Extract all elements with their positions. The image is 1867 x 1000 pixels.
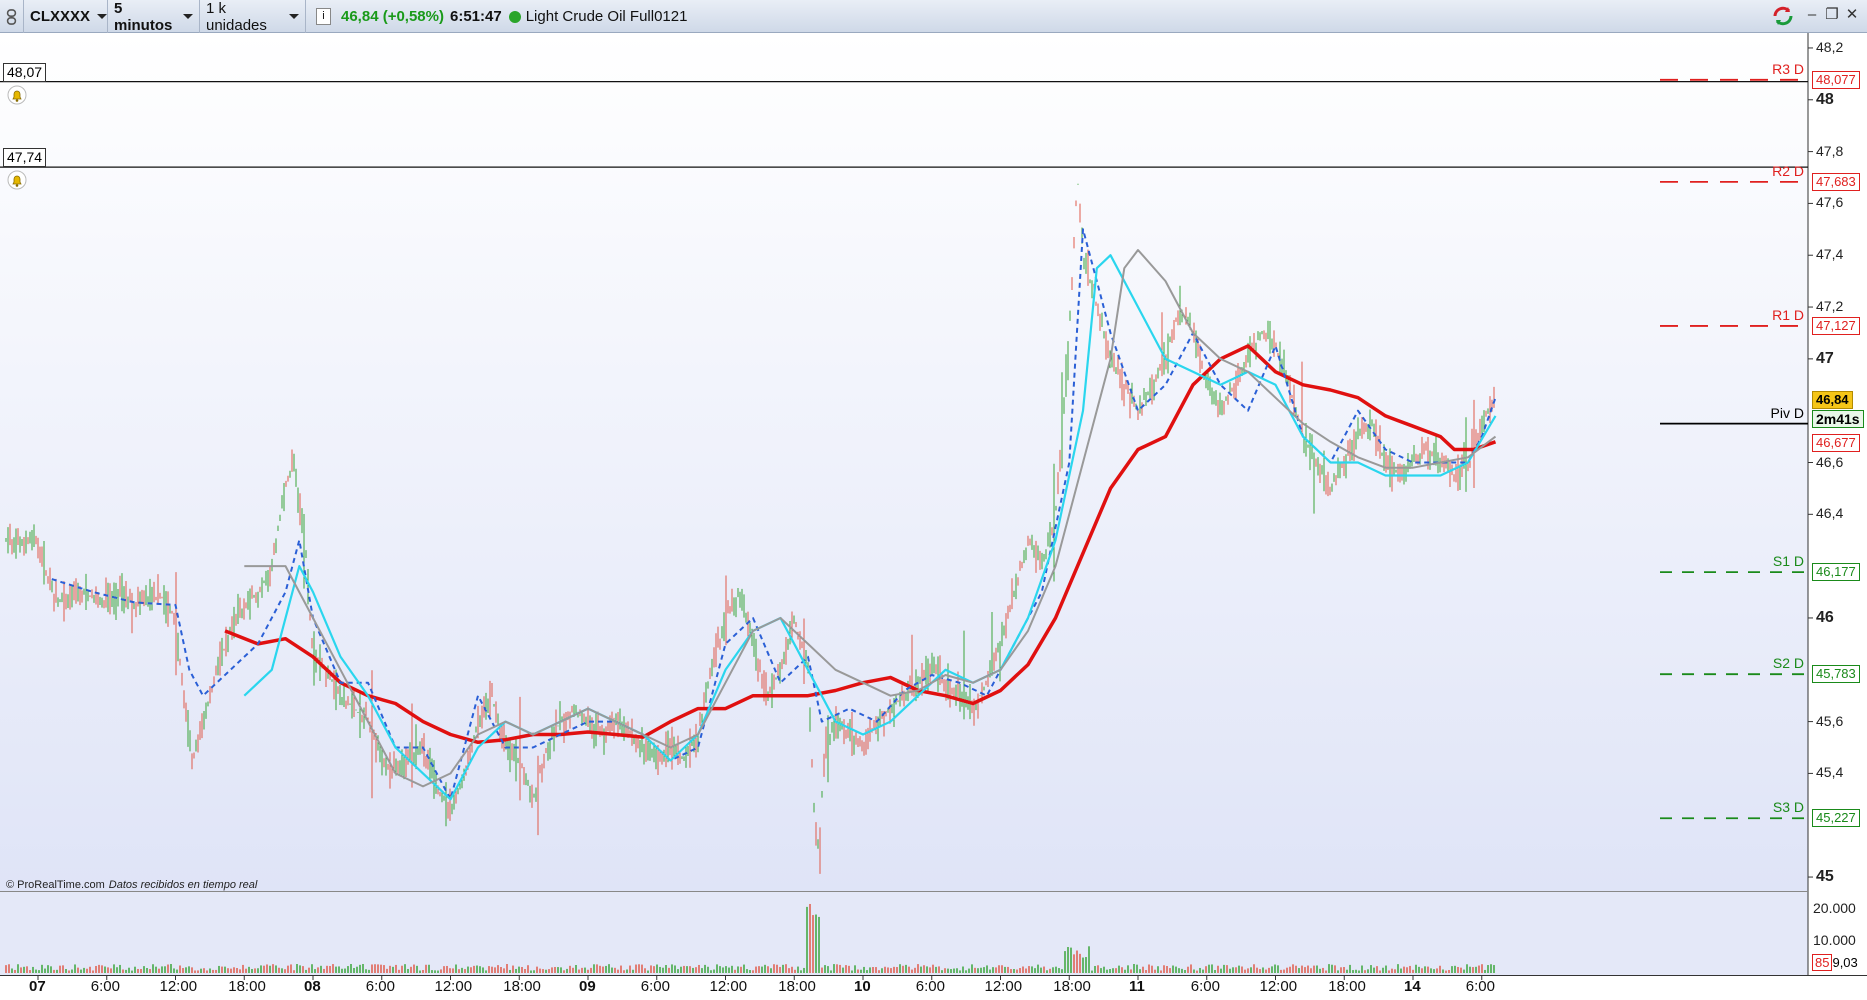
x-axis-label: 12:00 (434, 978, 473, 995)
data-status: Datos recibidos en tiempo real (108, 879, 258, 891)
y-axis-label: 47,8 (1816, 142, 1844, 159)
instrument-name: Light Crude Oil Full0121 (525, 8, 688, 25)
candle-countdown: 2m41s (1812, 410, 1864, 429)
x-axis-label: 11 (1129, 978, 1145, 995)
timeframe-selector[interactable]: 5 minutos (108, 0, 200, 34)
toolbar-menu-button[interactable] (0, 0, 24, 33)
y-axis-label: 46,6 (1816, 453, 1844, 470)
info-icon[interactable]: i (316, 8, 331, 25)
pivot-value-badge: 45,227 (1812, 809, 1860, 828)
x-axis-label: 12:00 (984, 978, 1023, 995)
pivot-label: R2 D (1772, 162, 1804, 179)
timeframe-label: 5 minutos (114, 0, 173, 34)
copyright-note: © ProRealTime.com Datos recibidos en tiem… (6, 879, 257, 891)
pivot-label: R3 D (1772, 60, 1804, 77)
y-axis-label: 45 (1816, 868, 1834, 886)
y-axis-label: 46 (1816, 608, 1834, 626)
x-axis-label: 6:00 (90, 978, 120, 995)
x-axis-label: 12:00 (709, 978, 748, 995)
pivot-label: S1 D (1772, 553, 1804, 570)
y-axis-label: 47 (1816, 349, 1834, 367)
toolbar: CLXXXX 5 minutos 1 k unidades i 46,84 (+… (0, 0, 1867, 34)
volume-current-suffix: 9,03 (1832, 955, 1858, 970)
pivot-value-badge: 48,077 (1812, 70, 1860, 89)
volume-axis-label: 10.000 (1813, 932, 1856, 948)
units-label: 1 k unidades (206, 0, 267, 34)
link-icon (6, 8, 17, 25)
x-axis-label: 18:00 (503, 978, 541, 995)
x-axis-label: 18:00 (1328, 978, 1366, 995)
x-axis-label: 6:00 (640, 978, 670, 995)
x-axis-label: 18:00 (778, 978, 816, 995)
current-price-badge: 46,84 (1812, 391, 1853, 410)
x-axis-label: 6:00 (365, 978, 395, 995)
symbol-selector[interactable]: CLXXXX (24, 0, 108, 33)
x-axis-label: 08 (304, 978, 321, 995)
y-axis-label: 47,6 (1816, 194, 1844, 211)
units-selector[interactable]: 1 k unidades (200, 0, 306, 34)
chevron-down-icon (97, 14, 108, 19)
y-axis-label: 45,4 (1816, 764, 1844, 781)
x-axis-label: 6:00 (915, 978, 945, 995)
y-axis-label: 47,2 (1816, 298, 1844, 315)
y-axis-label: 46,4 (1816, 505, 1844, 522)
symbol-label: CLXXXX (30, 8, 91, 25)
chevron-down-icon (183, 14, 193, 19)
x-axis-label: 12:00 (1259, 978, 1298, 995)
y-axis-label: 48,2 (1816, 38, 1844, 55)
pivot-label: S2 D (1772, 655, 1804, 672)
y-axis-label: 45,6 (1816, 712, 1844, 729)
refresh-icon[interactable] (1771, 5, 1795, 27)
volume-pane (0, 892, 1808, 975)
close-icon[interactable]: ✕ (1843, 5, 1861, 25)
minimize-icon[interactable]: – (1803, 5, 1821, 25)
quote-info: i 46,84 (+0,58%) 6:51:47 Light Crude Oil… (306, 0, 693, 33)
pivot-value-badge: 46,177 (1812, 563, 1860, 582)
pivot-value-badge: 47,683 (1812, 172, 1860, 191)
quote-time: 6:51:47 (450, 8, 502, 25)
volume-current-value: 85 (1812, 954, 1833, 971)
y-axis-label: 47,4 (1816, 246, 1844, 263)
x-axis-label: 18:00 (228, 978, 266, 995)
x-axis-label: 6:00 (1465, 978, 1495, 995)
restore-icon[interactable]: ❐ (1823, 5, 1841, 25)
chevron-down-icon (289, 14, 299, 19)
volume-axis-label: 20.000 (1813, 900, 1856, 916)
volume-current: 85 9,03 (1812, 954, 1858, 971)
pivot-label: Piv D (1770, 404, 1804, 421)
bell-icon[interactable] (7, 170, 27, 190)
copyright-brand: © ProRealTime.com (6, 879, 105, 891)
status-dot-icon (508, 10, 521, 23)
alert-line-label[interactable]: 47,74 (3, 148, 47, 168)
price-chart[interactable] (0, 33, 1867, 1000)
moving-average-badge: 46,677 (1812, 433, 1860, 452)
pivot-label: S3 D (1772, 799, 1804, 816)
x-axis-label: 09 (579, 978, 596, 995)
price-pane (0, 33, 1808, 891)
pivot-label: R1 D (1772, 306, 1804, 323)
alert-line-label[interactable]: 48,07 (3, 62, 47, 82)
x-axis-label: 6:00 (1190, 978, 1220, 995)
pivot-value-badge: 47,127 (1812, 316, 1860, 335)
x-axis-label: 07 (29, 978, 46, 995)
y-axis-label: 48 (1816, 90, 1834, 108)
price-change: 46,84 (+0,58%) (341, 8, 444, 25)
x-axis-label: 10 (854, 978, 871, 995)
x-axis-label: 14 (1404, 978, 1421, 995)
x-axis-label: 18:00 (1053, 978, 1091, 995)
x-axis-label: 12:00 (159, 978, 198, 995)
pivot-value-badge: 45,783 (1812, 665, 1860, 684)
bell-icon[interactable] (7, 85, 27, 105)
